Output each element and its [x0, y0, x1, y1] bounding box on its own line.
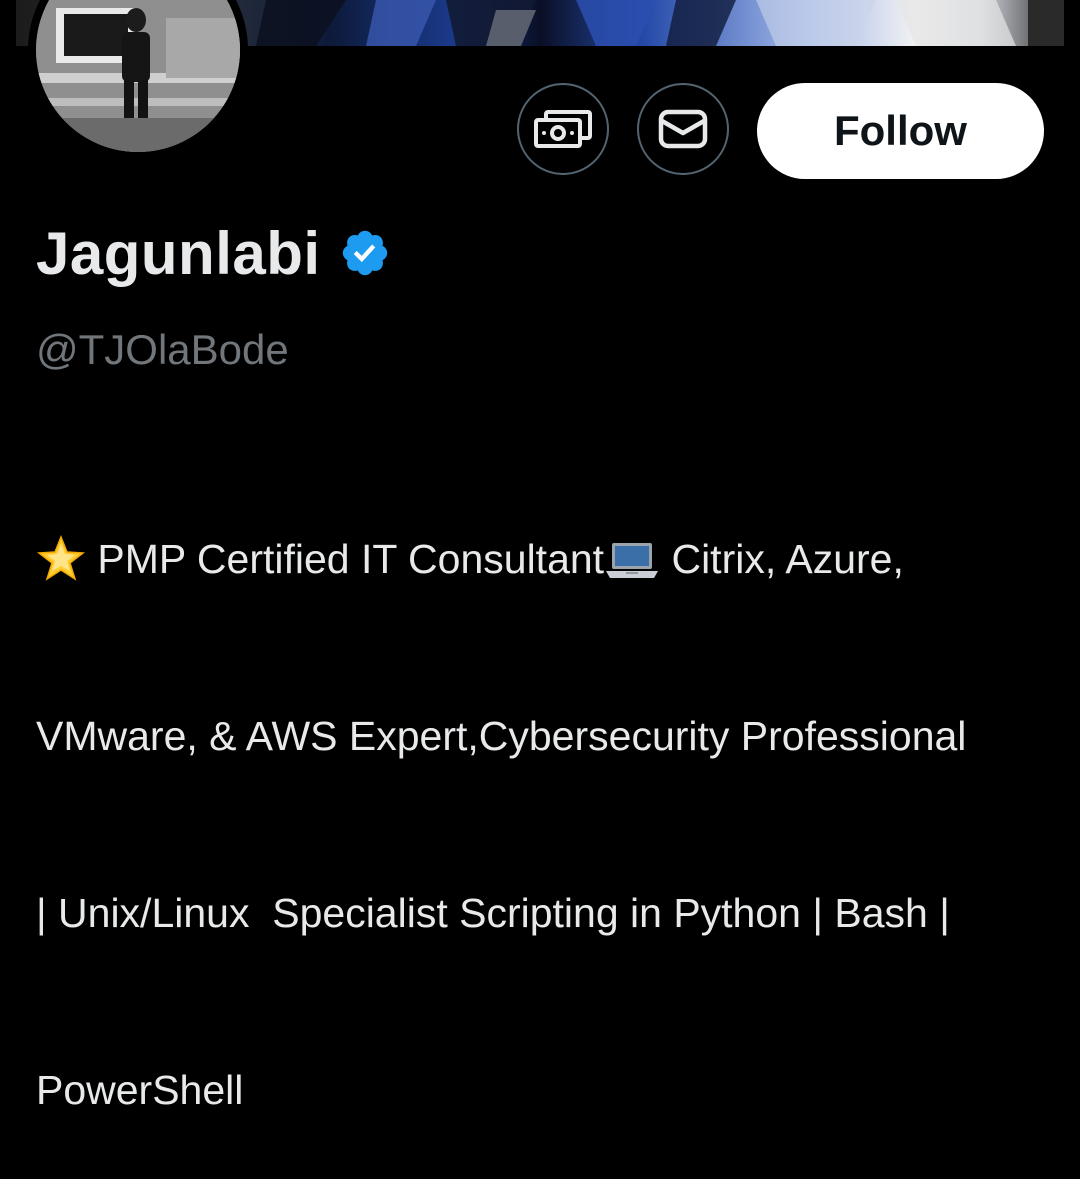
- bio-line-2: VMware, & AWS Expert,Cybersecurity Profe…: [36, 713, 967, 759]
- profile-name-row: Jagunlabi: [36, 218, 391, 288]
- message-button[interactable]: [637, 83, 729, 175]
- profile-avatar[interactable]: [28, 0, 248, 160]
- display-name: Jagunlabi: [36, 219, 321, 287]
- user-handle: @TJOlaBode: [36, 326, 289, 373]
- avatar-photo: [36, 0, 240, 152]
- follow-button[interactable]: Follow: [757, 83, 1044, 179]
- laptop-emoji-icon: [606, 543, 659, 578]
- money-icon: [534, 110, 592, 148]
- bio-line-1: PMP Certified IT Consultant Citrix, Azur…: [36, 530, 1056, 589]
- verified-badge-icon[interactable]: [339, 227, 391, 279]
- bio-text-certification: PMP Certified IT Consultant: [97, 536, 605, 582]
- tip-button[interactable]: [517, 83, 609, 175]
- star-emoji-icon: [36, 535, 86, 581]
- bio-text-skills-1: Citrix, Azure,: [671, 536, 904, 582]
- bio-line-3: | Unix/Linux Specialist Scripting in Pyt…: [36, 890, 950, 936]
- mail-icon: [658, 109, 708, 149]
- profile-bio: PMP Certified IT Consultant Citrix, Azur…: [36, 412, 1056, 1179]
- bio-line-4: PowerShell: [36, 1067, 244, 1113]
